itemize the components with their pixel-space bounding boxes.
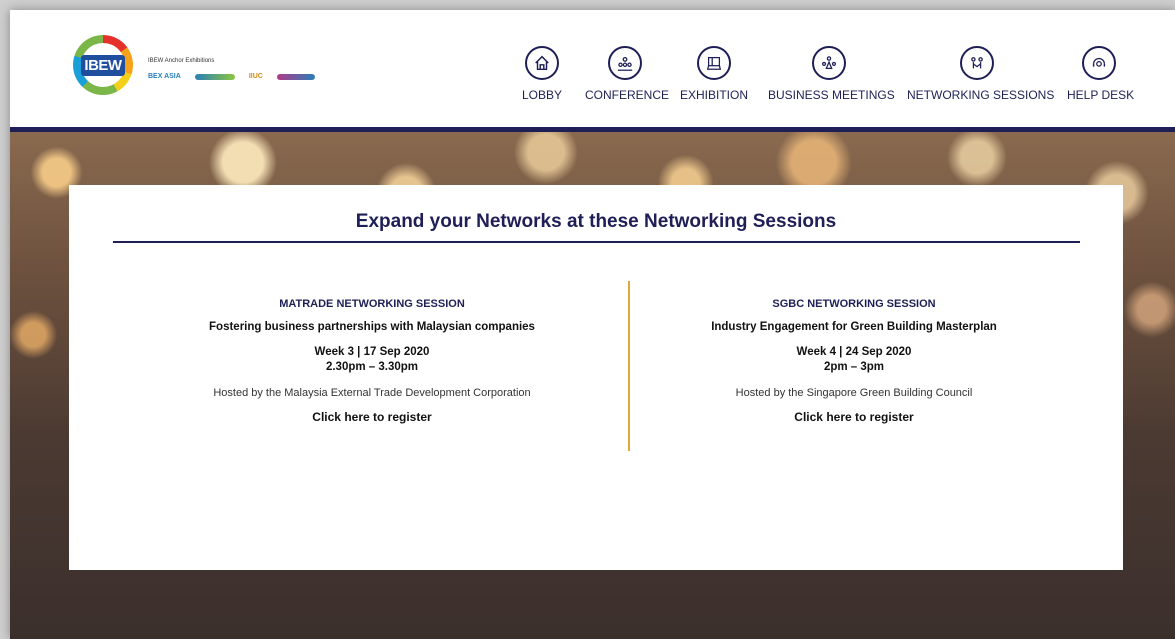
meeting-icon — [812, 46, 846, 80]
nav-label: CONFERENCE — [585, 88, 670, 102]
nav-exhibition[interactable]: EXHIBITION — [675, 46, 753, 102]
session-time: 2pm – 3pm — [823, 361, 885, 373]
network-icon — [960, 46, 994, 80]
session-topic: Fostering business partnerships with Mal… — [209, 321, 535, 333]
nav-label: NETWORKING SESSIONS — [907, 88, 1055, 102]
nav-networking-sessions[interactable]: NETWORKING SESSIONS — [907, 46, 1055, 102]
session-host: Hosted by the Malaysia External Trade De… — [213, 387, 531, 399]
session-sgbc: SGBC NETWORKING SESSION Industry Engagem… — [614, 298, 1094, 424]
session-time: 2.30pm – 3.30pm — [325, 361, 419, 373]
session-date: Week 4 | 24 Sep 2020 — [796, 346, 912, 358]
page-title: Expand your Networks at these Networking… — [355, 211, 837, 232]
home-icon — [525, 46, 559, 80]
nav-label: BUSINESS MEETINGS — [768, 88, 895, 102]
register-link-matrade[interactable]: Click here to register — [132, 410, 612, 424]
audience-icon — [608, 46, 642, 80]
main-nav: LOBBY CONFERENCE EXHIBITION BUSINESS MEE… — [10, 10, 1175, 127]
nav-conference[interactable]: CONFERENCE — [585, 46, 670, 102]
register-link-sgbc[interactable]: Click here to register — [614, 410, 1094, 424]
headset-icon — [1082, 46, 1116, 80]
top-navigation-bar: IBEW IBEW Anchor Exhibitions BEX ASIA II… — [10, 10, 1175, 132]
session-host: Hosted by the Singapore Green Building C… — [735, 387, 973, 399]
title-underline — [113, 241, 1080, 243]
session-name: MATRADE NETWORKING SESSION — [279, 298, 465, 310]
networking-sessions-card: Expand your Networks at these Networking… — [69, 185, 1123, 570]
nav-label: EXHIBITION — [679, 88, 748, 102]
browser-frame: IBEW IBEW Anchor Exhibitions BEX ASIA II… — [10, 10, 1175, 639]
nav-business-meetings[interactable]: BUSINESS MEETINGS — [768, 46, 895, 102]
session-topic: Industry Engagement for Green Building M… — [711, 321, 997, 333]
nav-help-desk[interactable]: HELP DESK — [1067, 46, 1135, 102]
nav-label: HELP DESK — [1067, 88, 1135, 102]
session-date: Week 3 | 17 Sep 2020 — [314, 346, 430, 358]
session-matrade: MATRADE NETWORKING SESSION Fostering bus… — [132, 298, 612, 424]
session-name: SGBC NETWORKING SESSION — [772, 298, 936, 310]
nav-lobby[interactable]: LOBBY — [522, 46, 562, 102]
booth-icon — [697, 46, 731, 80]
nav-label: LOBBY — [522, 88, 563, 102]
